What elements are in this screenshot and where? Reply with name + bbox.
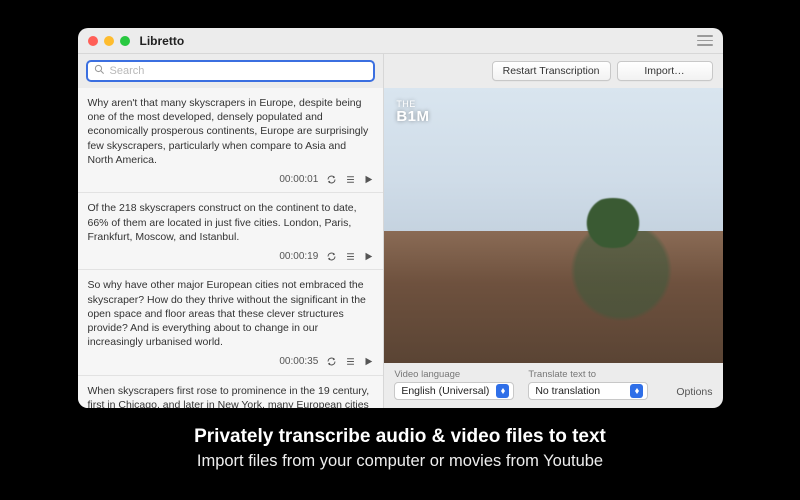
zoom-icon[interactable] <box>120 36 130 46</box>
video-player[interactable]: THE B1M <box>384 88 722 363</box>
caption-line-1: Privately transcribe audio & video files… <box>194 426 606 448</box>
options-link[interactable]: Options <box>676 386 712 400</box>
loop-icon[interactable] <box>326 251 337 262</box>
marketing-caption: Privately transcribe audio & video files… <box>194 426 606 471</box>
list-icon[interactable] <box>345 356 356 367</box>
transcript-segment[interactable]: When skyscrapers first rose to prominenc… <box>78 376 384 408</box>
chevron-updown-icon <box>496 384 509 398</box>
segment-text: Why aren't that many skyscrapers in Euro… <box>88 96 374 167</box>
restart-transcription-button[interactable]: Restart Transcription <box>492 61 611 81</box>
transcript-segment[interactable]: Why aren't that many skyscrapers in Euro… <box>78 88 384 193</box>
search-icon <box>94 64 105 78</box>
list-icon[interactable] <box>345 174 356 185</box>
video-language-value: English (Universal) <box>401 385 489 397</box>
play-icon[interactable] <box>364 357 373 366</box>
window-controls <box>88 36 130 46</box>
import-button[interactable]: Import… <box>617 61 713 81</box>
translate-field: Translate text to No translation <box>528 369 648 400</box>
list-icon[interactable] <box>345 251 356 262</box>
translate-label: Translate text to <box>528 369 648 380</box>
chevron-updown-icon <box>630 384 643 398</box>
minimize-icon[interactable] <box>104 36 114 46</box>
segment-text: When skyscrapers first rose to prominenc… <box>88 384 374 408</box>
bottom-bar: Video language English (Universal) Trans… <box>384 363 722 408</box>
loop-icon[interactable] <box>326 174 337 185</box>
play-icon[interactable] <box>364 252 373 261</box>
toolbar: Restart Transcription Import… <box>384 54 722 88</box>
video-language-field: Video language English (Universal) <box>394 369 514 400</box>
segment-time: 00:00:01 <box>279 173 318 187</box>
menu-icon[interactable] <box>697 35 713 46</box>
segment-time: 00:00:35 <box>279 355 318 369</box>
search-field[interactable] <box>86 60 376 82</box>
content: Why aren't that many skyscrapers in Euro… <box>78 54 723 408</box>
transcript-segment[interactable]: So why have other major European cities … <box>78 270 384 375</box>
video-watermark: THE B1M <box>396 100 429 124</box>
loop-icon[interactable] <box>326 356 337 367</box>
transcript-list[interactable]: Why aren't that many skyscrapers in Euro… <box>78 88 384 408</box>
segment-time: 00:00:19 <box>279 250 318 264</box>
transcript-panel: Why aren't that many skyscrapers in Euro… <box>78 54 385 408</box>
translate-select[interactable]: No translation <box>528 382 648 400</box>
search-input[interactable] <box>110 65 368 77</box>
video-language-select[interactable]: English (Universal) <box>394 382 514 400</box>
caption-line-2: Import files from your computer or movie… <box>194 452 606 471</box>
close-icon[interactable] <box>88 36 98 46</box>
segment-text: So why have other major European cities … <box>88 278 374 349</box>
video-panel: Restart Transcription Import… THE B1M Vi… <box>384 54 722 408</box>
app-window: Libretto Why aren't that many skyscraper… <box>78 28 723 408</box>
segment-text: Of the 218 skyscrapers construct on the … <box>88 201 374 244</box>
translate-value: No translation <box>535 385 600 397</box>
play-icon[interactable] <box>364 175 373 184</box>
transcript-segment[interactable]: Of the 218 skyscrapers construct on the … <box>78 193 384 270</box>
titlebar: Libretto <box>78 28 723 54</box>
window-title: Libretto <box>140 34 185 48</box>
video-language-label: Video language <box>394 369 514 380</box>
